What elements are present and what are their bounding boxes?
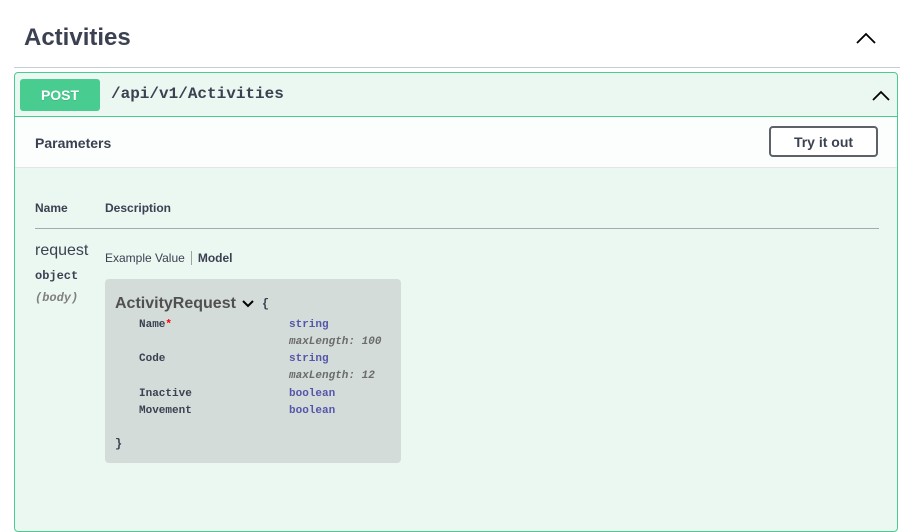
column-divider	[35, 228, 879, 229]
model-tabs: Example Value Model	[105, 251, 239, 265]
chevron-down-icon[interactable]	[242, 300, 254, 308]
parameters-title: Parameters	[35, 135, 112, 151]
property-type: boolean	[289, 388, 336, 400]
tag-section-header[interactable]: Activities	[14, 14, 900, 68]
property-type: string	[289, 319, 329, 331]
parameters-header: Parameters Try it out	[15, 117, 897, 168]
property-name: Inactive	[139, 388, 192, 400]
parameter-name: request	[35, 242, 89, 259]
property-type: boolean	[289, 405, 336, 417]
model-name: ActivityRequest	[115, 295, 236, 312]
post-operation-block: POST /api/v1/Activities Parameters Try i…	[14, 72, 898, 532]
close-brace: }	[115, 437, 123, 451]
model-title[interactable]: ActivityRequest {	[115, 295, 269, 313]
property-name: Code	[139, 353, 166, 365]
tab-example-value[interactable]: Example Value	[105, 251, 191, 265]
operation-path: /api/v1/Activities	[111, 85, 284, 103]
model-schema-box: ActivityRequest { Name* string maxLength…	[105, 279, 401, 463]
property-name-text: Name	[139, 319, 166, 331]
property-name: Name*	[139, 319, 172, 331]
chevron-up-icon[interactable]	[869, 83, 893, 107]
column-header-description: Description	[105, 201, 172, 215]
property-constraint: maxLength: 12	[289, 370, 375, 382]
open-brace: {	[261, 297, 270, 311]
operation-summary[interactable]: POST /api/v1/Activities	[15, 73, 897, 117]
property-type: string	[289, 353, 329, 365]
parameter-location: (body)	[35, 291, 79, 305]
property-constraint: maxLength: 100	[289, 336, 382, 348]
method-badge: POST	[20, 79, 100, 111]
column-header-name: Name	[35, 201, 68, 215]
required-marker: *	[165, 319, 173, 331]
property-name: Movement	[139, 405, 192, 417]
tag-title: Activities	[24, 24, 131, 51]
parameter-type: object	[35, 269, 79, 283]
tab-model[interactable]: Model	[190, 251, 239, 265]
try-it-out-button[interactable]: Try it out	[769, 126, 878, 157]
chevron-up-icon[interactable]	[852, 26, 880, 50]
